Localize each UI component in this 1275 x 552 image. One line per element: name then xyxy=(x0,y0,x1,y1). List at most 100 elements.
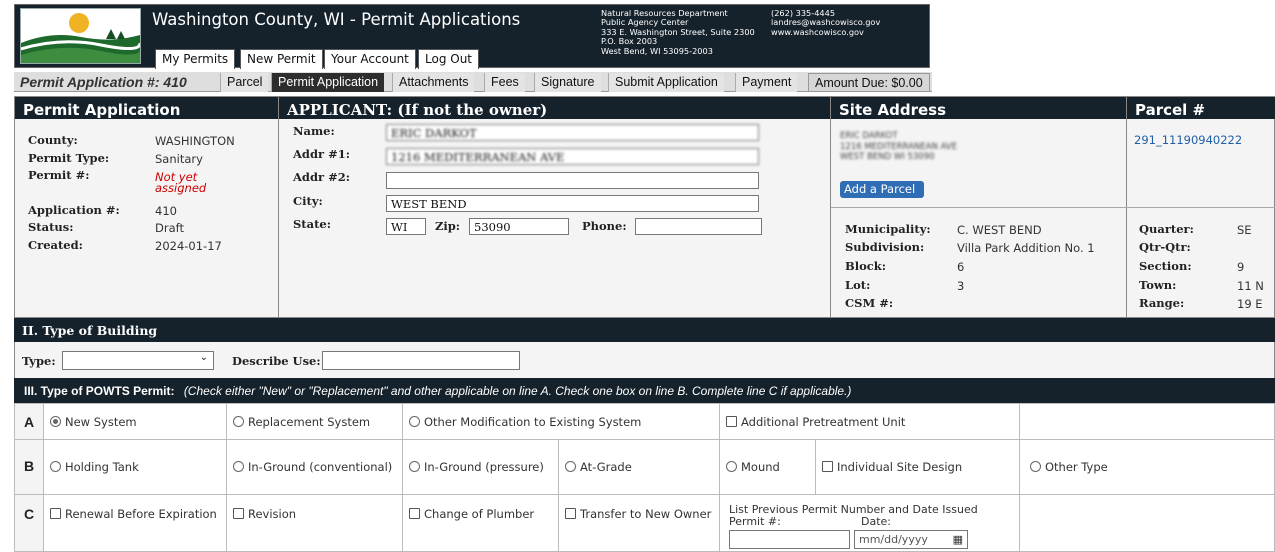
subdivision-label: Subdivision: xyxy=(845,240,925,254)
previous-permit-number-field[interactable] xyxy=(729,530,850,549)
block-value: 6 xyxy=(957,260,965,274)
checkbox-icon[interactable] xyxy=(50,508,61,519)
lot-label: Lot: xyxy=(845,278,871,292)
option-label: At-Grade xyxy=(580,460,632,474)
municipality-label: Municipality: xyxy=(845,222,931,236)
range-value: 19 E xyxy=(1237,297,1263,311)
town-label: Town: xyxy=(1139,278,1177,292)
tab-attachments[interactable]: Attachments xyxy=(392,73,475,92)
option-label: Other Type xyxy=(1045,460,1108,474)
tab-signature[interactable]: Signature xyxy=(534,73,601,92)
contact-website[interactable]: www.washcowisco.gov xyxy=(771,27,880,37)
option-other-modification[interactable]: Other Modification to Existing System xyxy=(402,403,720,440)
addr1-field[interactable] xyxy=(386,148,759,165)
my-permits-button[interactable]: My Permits xyxy=(155,49,236,69)
row-b-label: B xyxy=(24,458,35,474)
option-label: Revision xyxy=(248,507,297,521)
describe-use-field[interactable] xyxy=(322,351,520,370)
tab-permit-application[interactable]: Permit Application xyxy=(271,73,385,92)
city-label: City: xyxy=(293,194,323,208)
type-select[interactable]: ⌄ xyxy=(62,351,214,370)
calendar-icon[interactable]: ▦ xyxy=(953,533,963,546)
section-value: 9 xyxy=(1237,260,1245,274)
tab-payment[interactable]: Payment xyxy=(735,73,798,92)
chevron-down-icon: ⌄ xyxy=(199,352,208,363)
row-a-label: A xyxy=(24,414,35,430)
option-other-type[interactable]: Other Type xyxy=(1019,439,1275,495)
option-new-system[interactable]: New System xyxy=(43,403,227,440)
radio-icon[interactable] xyxy=(565,461,576,472)
state-field[interactable] xyxy=(386,218,426,235)
status-label: Status: xyxy=(28,220,74,234)
previous-permit-date-field[interactable]: mm/dd/yyyy ▦ xyxy=(854,530,968,549)
qtr-qtr-label: Qtr-Qtr: xyxy=(1139,240,1191,254)
radio-icon[interactable] xyxy=(1030,461,1041,472)
tab-parcel[interactable]: Parcel xyxy=(220,73,269,92)
radio-icon[interactable] xyxy=(409,416,420,427)
radio-icon[interactable] xyxy=(233,416,244,427)
empty-cell xyxy=(1019,494,1275,552)
option-label: In-Ground (conventional) xyxy=(248,460,393,474)
addr2-field[interactable] xyxy=(386,172,759,189)
radio-icon[interactable] xyxy=(233,461,244,472)
contact-info: (262) 335-4445 landres@washcowisco.gov w… xyxy=(771,8,880,37)
permit-type-label: Permit Type: xyxy=(28,151,110,165)
zip-field[interactable] xyxy=(469,218,569,235)
option-label: New System xyxy=(65,415,137,429)
tab-fees[interactable]: Fees xyxy=(484,73,525,92)
option-label: Transfer to New Owner xyxy=(580,507,712,521)
county-label: County: xyxy=(28,133,78,147)
city-field[interactable] xyxy=(386,195,759,212)
option-mound[interactable]: Mound xyxy=(719,439,816,495)
option-in-ground-pressure[interactable]: In-Ground (pressure) xyxy=(402,439,559,495)
date-placeholder: mm/dd/yyyy xyxy=(859,533,928,546)
subdivision-value: Villa Park Addition No. 1 xyxy=(957,241,1095,255)
previous-permit-date-label: Date: xyxy=(861,515,891,528)
county-value: WASHINGTON xyxy=(155,134,235,148)
checkbox-icon[interactable] xyxy=(565,508,576,519)
option-label: In-Ground (pressure) xyxy=(424,460,544,474)
log-out-button[interactable]: Log Out xyxy=(418,49,480,69)
checkbox-icon[interactable] xyxy=(409,508,420,519)
add-parcel-button[interactable]: Add a Parcel xyxy=(840,181,924,198)
addr2-label: Addr #2: xyxy=(293,170,350,184)
checkbox-icon[interactable] xyxy=(726,416,737,427)
option-transfer-to-new-owner[interactable]: Transfer to New Owner xyxy=(558,494,720,552)
site-street: 1216 MEDITERRANEAN AVE xyxy=(840,141,957,152)
app-title: Washington County, WI - Permit Applicati… xyxy=(152,10,521,29)
site-city-state-zip: WEST BEND WI 53090 xyxy=(840,152,935,162)
applicant-header: APPLICANT: (If not the owner) xyxy=(279,97,830,119)
option-additional-pretreatment[interactable]: Additional Pretreatment Unit xyxy=(719,403,1020,440)
parcel-number-link[interactable]: 291_11190940222 xyxy=(1134,133,1242,147)
radio-icon[interactable] xyxy=(409,461,420,472)
option-in-ground-conventional[interactable]: In-Ground (conventional) xyxy=(226,439,403,495)
radio-icon[interactable] xyxy=(50,461,61,472)
option-at-grade[interactable]: At-Grade xyxy=(558,439,720,495)
section-label: Section: xyxy=(1139,259,1192,273)
status-value: Draft xyxy=(155,221,184,235)
quarter-value: SE xyxy=(1237,223,1252,237)
checkbox-icon[interactable] xyxy=(233,508,244,519)
option-individual-site-design[interactable]: Individual Site Design xyxy=(815,439,1020,495)
checkbox-icon[interactable] xyxy=(822,461,833,472)
option-change-of-plumber[interactable]: Change of Plumber xyxy=(402,494,559,552)
option-renewal-before-expiration[interactable]: Renewal Before Expiration xyxy=(43,494,227,552)
option-holding-tank[interactable]: Holding Tank xyxy=(43,439,227,495)
name-field[interactable] xyxy=(386,124,759,141)
permit-number-label: Permit #: xyxy=(28,168,90,182)
option-revision[interactable]: Revision xyxy=(226,494,403,552)
phone-field[interactable] xyxy=(635,218,762,235)
new-permit-button[interactable]: New Permit xyxy=(240,49,323,69)
radio-checked-icon[interactable] xyxy=(50,416,61,427)
permit-application-header: Permit Application xyxy=(15,97,278,119)
option-replacement-system[interactable]: Replacement System xyxy=(226,403,403,440)
site-divider xyxy=(831,207,1275,208)
tab-submit-application[interactable]: Submit Application xyxy=(608,73,724,92)
site-address-header: Site Address xyxy=(831,97,1126,119)
csm-label: CSM #: xyxy=(845,296,894,310)
empty-cell xyxy=(1019,403,1275,440)
your-account-button[interactable]: Your Account xyxy=(324,49,416,69)
radio-icon[interactable] xyxy=(726,461,737,472)
zip-label: Zip: xyxy=(435,219,461,233)
powts-title: III. Type of POWTS Permit: xyxy=(24,384,175,398)
